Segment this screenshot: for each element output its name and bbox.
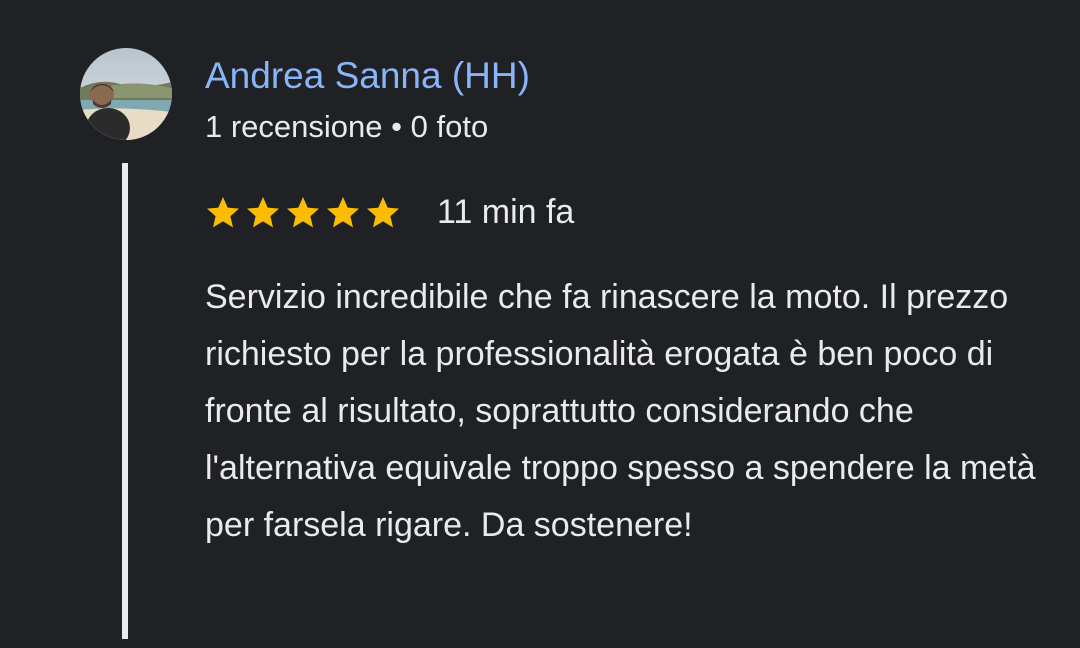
meta-separator: • xyxy=(391,109,402,144)
review-time: 11 min fa xyxy=(437,193,575,231)
star-icon xyxy=(325,195,361,229)
author-photos-count: 0 foto xyxy=(410,109,489,144)
star-icon xyxy=(365,195,401,229)
star-rating xyxy=(205,195,401,229)
review-text: Servizio incredibile che fa rinascere la… xyxy=(205,278,1036,544)
author-reviews-count: 1 recensione xyxy=(205,109,383,144)
author-meta: 1 recensione • 0 foto xyxy=(205,108,488,146)
review-card: Andrea Sanna (HH) 1 recensione • 0 foto … xyxy=(0,0,1080,648)
star-icon xyxy=(205,195,241,229)
star-icon xyxy=(245,195,281,229)
user-avatar-photo-icon xyxy=(80,48,172,140)
thread-line xyxy=(122,163,128,639)
avatar[interactable] xyxy=(80,48,172,140)
author-name-link[interactable]: Andrea Sanna (HH) xyxy=(205,54,530,98)
star-icon xyxy=(285,195,321,229)
rating-row: 11 min fa xyxy=(205,190,574,234)
